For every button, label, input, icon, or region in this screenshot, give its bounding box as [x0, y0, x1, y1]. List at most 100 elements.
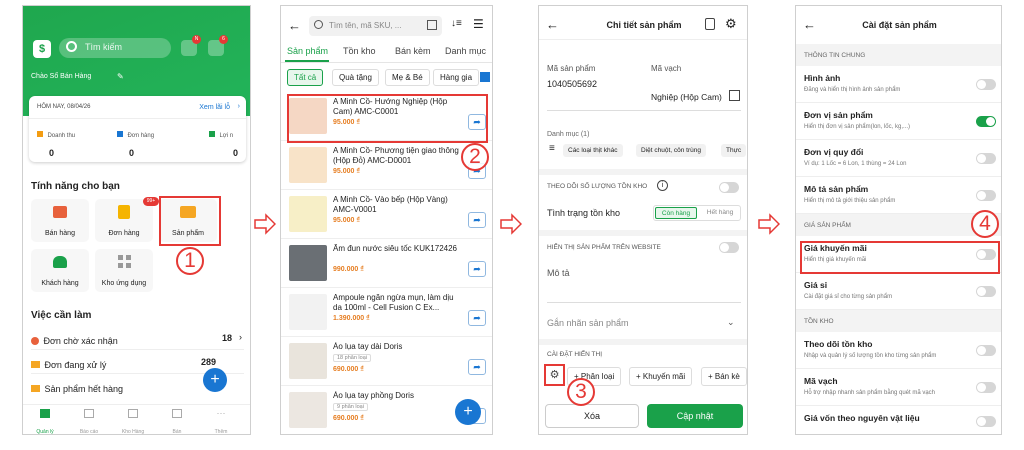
setting-row[interactable]: Mô tả sản phẩm Hiển thị mô tả giới thiệu … — [796, 177, 1001, 214]
edit-icon[interactable]: ✎ — [117, 72, 124, 81]
chevron-right-icon: › — [239, 332, 242, 342]
gear-icon[interactable]: ⚙ — [725, 16, 737, 32]
setting-title: Mô tả sản phẩm — [804, 184, 869, 194]
add-promo-button[interactable]: + Khuyến mãi — [629, 367, 693, 386]
setting-row[interactable]: Giá sỉ Cài đặt giá sỉ cho từng sản phẩm — [796, 273, 1001, 310]
view-report-link[interactable]: Xem lãi lỗ — [199, 104, 230, 111]
tab-bundles[interactable]: Bán kèm — [395, 46, 431, 56]
highlight-settings-gear — [544, 364, 565, 386]
setting-row[interactable]: Hình ảnh Đăng và hiển thị hình ảnh sản ph… — [796, 66, 1001, 103]
warehouse-icon — [128, 409, 138, 418]
setting-toggle[interactable] — [976, 153, 996, 164]
product-price: 95.000 ₫ — [333, 168, 360, 175]
product-item[interactable]: A Minh Cồ- Vào bếp (Hộp Vàng) AMC-V0001 9… — [281, 190, 492, 239]
setting-toggle[interactable] — [976, 79, 996, 90]
feature-orders[interactable]: Đơn hàng — [95, 199, 153, 242]
variant-count-badge: 9 phân loại — [333, 403, 368, 411]
barcode-label: Mã vạch — [651, 64, 682, 73]
product-item[interactable]: Ampoule ngăn ngừa mụn, làm dịu da 100ml … — [281, 288, 492, 337]
chat-badge: 6 — [219, 35, 228, 44]
info-icon[interactable]: i — [657, 180, 668, 191]
share-icon[interactable]: ➦ — [468, 359, 486, 375]
product-thumbnail — [289, 245, 327, 281]
nav-report[interactable]: Báo cáo — [71, 409, 107, 434]
in-stock-option[interactable]: Còn hàng — [655, 207, 697, 219]
chevron-right-icon: › — [237, 103, 240, 110]
tab-inventory[interactable]: Tồn kho — [343, 46, 376, 56]
nav-more[interactable]: ··· Thêm — [203, 409, 239, 435]
setting-toggle[interactable] — [976, 345, 996, 356]
category-chip[interactable]: Các loại thịt khác — [563, 144, 623, 157]
nav-warehouse[interactable]: Kho Hàng — [115, 409, 151, 434]
share-icon[interactable]: ➦ — [468, 261, 486, 277]
display-settings-label: CÀI ĐẶT HIỂN THỊ — [547, 351, 603, 358]
chip-mom-baby[interactable]: Mẹ & Bé — [385, 69, 430, 86]
setting-row[interactable]: Theo dõi tồn kho Nhập và quản lý số lượng… — [796, 332, 1001, 369]
category-chip[interactable]: Diệt chuột, côn trùng — [636, 144, 706, 157]
revenue-icon — [37, 131, 43, 137]
setting-toggle[interactable] — [976, 382, 996, 393]
product-thumbnail — [289, 147, 327, 183]
orders-badge: 99+ — [143, 197, 159, 206]
setting-row[interactable]: Giá vốn theo nguyên vật liệu — [796, 406, 1001, 434]
nav-manage[interactable]: Quản lý — [27, 409, 63, 434]
share-icon[interactable]: ➦ — [468, 310, 486, 326]
product-code-value[interactable]: 1040505692 — [547, 79, 597, 89]
list-view-icon[interactable]: ☰ — [473, 17, 484, 31]
feature-sales[interactable]: Bán hàng — [31, 199, 89, 242]
highlight-products — [159, 196, 221, 246]
menu-icon[interactable]: ≡ — [549, 143, 555, 154]
website-label: HIỂN THỊ SẢN PHẨM TRÊN WEBSITE — [547, 244, 661, 251]
settings-list: THÔNG TIN CHUNG Hình ảnh Đăng và hiển thị … — [796, 44, 1001, 434]
setting-toggle[interactable] — [976, 116, 996, 127]
setting-row[interactable]: Mã vạch Hỗ trợ nhập nhanh sản phẩm bằng q… — [796, 369, 1001, 406]
delete-button[interactable]: Xóa — [545, 404, 639, 428]
category-chip[interactable]: Thực — [721, 144, 747, 157]
sort-icon[interactable]: ↓≡ — [451, 18, 462, 29]
barcode-value[interactable]: Nghiệp (Hộp Cam) — [651, 92, 722, 102]
setting-toggle[interactable] — [976, 190, 996, 201]
scan-icon[interactable] — [427, 20, 437, 30]
share-icon[interactable]: ➦ — [468, 212, 486, 228]
search-box[interactable]: Tìm kiếm — [59, 38, 171, 58]
nav-sell[interactable]: Bán — [159, 409, 195, 434]
setting-row[interactable]: Đơn vị quy đổi Ví dụ: 1 Lốc = 6 Lon, 1 th… — [796, 140, 1001, 177]
greeting: Chào Sổ Bán Hàng — [31, 73, 92, 80]
grid-icon[interactable] — [480, 72, 490, 82]
tab-products[interactable]: Sản phẩm — [287, 46, 328, 56]
barcode-scan-icon[interactable] — [729, 90, 740, 101]
chip-goods[interactable]: Hàng gia — [433, 69, 480, 86]
setting-description: Ví dụ: 1 Lốc = 6 Lon, 1 thùng = 24 Lon — [804, 161, 907, 167]
chip-gifts[interactable]: Quà tặng — [332, 69, 379, 86]
chip-all[interactable]: Tất cả — [287, 69, 324, 86]
back-arrow-icon[interactable]: ← — [288, 18, 301, 33]
setting-toggle[interactable] — [976, 286, 996, 297]
product-item[interactable]: Ấm đun nước siêu tốc KUK172426 990.000 ₫ ➦ — [281, 239, 492, 288]
stock-track-toggle[interactable] — [719, 182, 739, 193]
fab-add-button[interactable]: + — [455, 399, 481, 425]
step-4-marker: 4 — [971, 210, 999, 238]
fab-add-button[interactable]: + — [203, 368, 227, 392]
search-box[interactable]: Tìm tên, mã SKU, ... — [309, 16, 442, 36]
apps-grid-icon — [117, 255, 131, 268]
feature-customers[interactable]: Khách hàng — [31, 249, 89, 292]
product-item[interactable]: Áo lụa tay dài Doris 18 phân loại 690.000 … — [281, 337, 492, 386]
feature-app-store[interactable]: Kho ứng dụng — [95, 249, 153, 292]
out-of-stock-option[interactable]: Hết hàng — [700, 207, 740, 219]
description-field[interactable]: Mô tả — [547, 268, 570, 278]
tab-categories[interactable]: Danh mục — [445, 46, 486, 56]
website-toggle[interactable] — [719, 242, 739, 253]
update-button[interactable]: Cập nhật — [647, 404, 743, 428]
app-logo-icon: $ — [33, 40, 51, 58]
add-bundle-button[interactable]: + Bán kè — [701, 367, 747, 386]
setting-description: Hỗ trợ nhập nhanh sản phẩm bằng quét mã … — [804, 390, 936, 396]
setting-description: Nhập và quản lý số lượng tồn kho từng sả… — [804, 353, 937, 359]
task-pending[interactable]: Đơn chờ xác nhận 18 › — [31, 332, 244, 350]
setting-toggle[interactable] — [976, 416, 996, 427]
section-header: TỒN KHO — [796, 310, 1001, 332]
setting-row[interactable]: Đơn vị sản phẩm Hiển thị đơn vị sản phẩm(… — [796, 103, 1001, 140]
tag-field[interactable]: Gắn nhãn sản phẩm — [547, 318, 629, 328]
copy-icon[interactable] — [705, 18, 715, 30]
setting-title: Giá vốn theo nguyên vật liệu — [804, 413, 920, 423]
product-item[interactable]: A Minh Cồ- Phương tiện giao thông (Hộp Đ… — [281, 141, 492, 190]
